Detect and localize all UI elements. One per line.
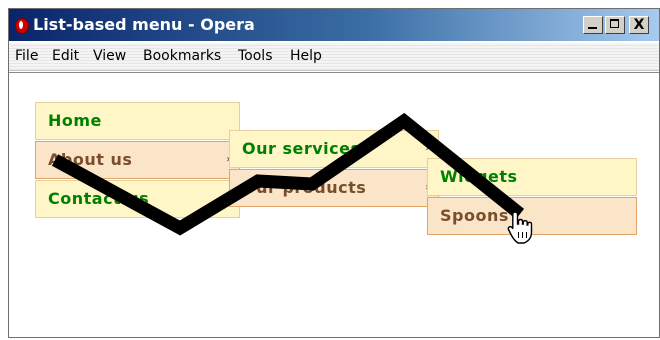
nav-item-our-products[interactable]: Our products › (229, 169, 439, 207)
nav-item-home[interactable]: Home (35, 102, 240, 140)
nav-item-widgets[interactable]: Widgets (427, 158, 637, 196)
hand-pointer-icon (507, 211, 533, 244)
minimize-button[interactable] (583, 16, 603, 34)
nav-item-label: Home (48, 111, 102, 130)
menu-view[interactable]: View (93, 47, 126, 65)
menu-edit[interactable]: Edit (52, 47, 79, 65)
menu-bookmarks[interactable]: Bookmarks (143, 47, 221, 65)
nav-item-our-services[interactable]: Our services › (229, 130, 439, 168)
close-button[interactable]: X (629, 16, 649, 34)
nav-item-label: Contact us (48, 189, 150, 208)
window-title: List-based menu - Opera (33, 15, 255, 34)
menu-tools[interactable]: Tools (238, 47, 273, 65)
maximize-button[interactable] (605, 16, 625, 34)
nav-item-label: About us (48, 150, 133, 169)
menu-bar: File Edit View Bookmarks Tools Help (9, 43, 659, 71)
nav-item-label: Our products (242, 178, 367, 197)
nav-item-contact-us[interactable]: Contact us (35, 180, 240, 218)
nav-item-label: Widgets (440, 167, 518, 186)
close-icon: X (633, 17, 645, 33)
maximize-icon (610, 19, 619, 28)
menu-file[interactable]: File (15, 47, 38, 65)
menu-help[interactable]: Help (290, 47, 322, 65)
nav-item-label: Our services (242, 139, 361, 158)
title-bar: List-based menu - Opera X (9, 9, 659, 41)
minimize-icon (588, 27, 597, 29)
nav-item-label: Spoons (440, 206, 509, 225)
nav-item-about-us[interactable]: About us › (35, 141, 240, 179)
opera-icon (15, 18, 29, 34)
